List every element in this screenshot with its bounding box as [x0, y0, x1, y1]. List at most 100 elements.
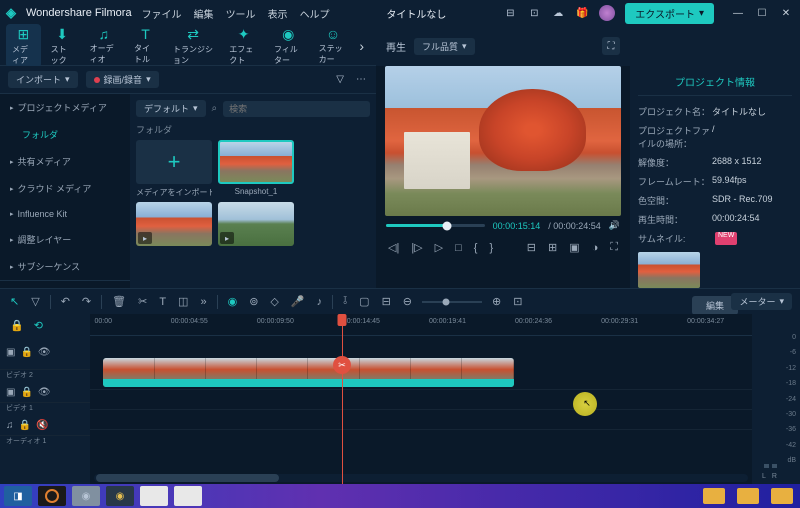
zoom-in-icon[interactable]: ⊕ [490, 293, 503, 310]
taskbar-app-6[interactable] [174, 486, 202, 506]
download-icon[interactable]: ⊡ [527, 6, 541, 20]
more-icon[interactable]: ⋯ [354, 72, 368, 87]
meter-dropdown[interactable]: メーター ▾ [731, 293, 792, 310]
keyframe-icon[interactable]: ◇ [268, 293, 280, 310]
pointer-tool-icon[interactable]: ↖ [8, 293, 21, 310]
sort-dropdown[interactable]: デフォルト ▾ [136, 100, 206, 117]
taskbar-app-1[interactable]: ◨ [4, 486, 32, 506]
tool-tab-3[interactable]: Tタイトル [128, 24, 163, 68]
link-icon[interactable]: ⊟ [380, 293, 393, 310]
sidebar-item-3[interactable]: ▸クラウド メディア [0, 175, 130, 202]
track-audio1[interactable] [90, 410, 752, 430]
menu-tools[interactable]: ツール [226, 6, 256, 21]
picture-icon[interactable]: ▣ [567, 239, 581, 256]
avatar[interactable] [599, 5, 615, 21]
redo-icon[interactable]: ↷ [80, 293, 93, 310]
tool-tab-1[interactable]: ⬇ストック [45, 24, 80, 68]
lock-all-icon[interactable]: 🔒 [8, 317, 26, 334]
stop-button[interactable]: □ [453, 240, 464, 256]
taskbar-app-5[interactable] [140, 486, 168, 506]
menu-edit[interactable]: 編集 [194, 6, 214, 21]
magnet-icon[interactable]: ⫱ [341, 293, 349, 310]
minimize-button[interactable]: — [730, 5, 746, 21]
export-button[interactable]: エクスポート▾ [625, 3, 714, 24]
gift-icon[interactable]: 🎁 [575, 6, 589, 20]
media-thumb-clip2[interactable]: ▸ [218, 202, 294, 246]
taskbar-app-2[interactable] [38, 486, 66, 506]
prev-frame-button[interactable]: ◁| [386, 239, 401, 256]
lock-icon[interactable]: 🔒 [20, 347, 32, 358]
sidebar-item-6[interactable]: ▸サブシーケンス [0, 253, 130, 280]
timeline-tracks[interactable]: 00:0000:00:04:5500:00:09:5000:00:14:4500… [90, 314, 752, 484]
tool-tab-2[interactable]: ♫オーディオ [84, 24, 124, 68]
search-input[interactable] [223, 101, 370, 117]
sidebar-item-0[interactable]: ▸プロジェクトメディア [0, 94, 130, 121]
audio-tool-icon[interactable]: ♪ [315, 294, 325, 310]
track-head-video1[interactable]: ▣ 🔒 👁 [0, 383, 90, 403]
zoom-slider[interactable] [422, 301, 482, 303]
cut-icon[interactable]: ✂ [136, 293, 149, 310]
step-back-button[interactable]: |▷ [409, 239, 424, 256]
cloud-icon[interactable]: ☁ [551, 6, 565, 20]
volume-icon[interactable]: 🔊 [609, 220, 620, 231]
taskbar-folder-1[interactable] [700, 486, 728, 506]
import-media-tile[interactable]: + メディアをインポート [136, 140, 212, 198]
taskbar-app-3[interactable]: ◉ [72, 486, 100, 506]
filter-icon[interactable]: ▽ [334, 72, 346, 87]
eye-icon[interactable]: 👁 [38, 347, 51, 358]
timeline-ruler[interactable]: 00:0000:00:04:5500:00:09:5000:00:14:4500… [90, 314, 752, 336]
media-thumb-clip1[interactable]: ▸ [136, 202, 212, 246]
taskbar-folder-3[interactable] [768, 486, 796, 506]
scrubber-thumb[interactable] [443, 221, 452, 230]
menu-view[interactable]: 表示 [268, 6, 288, 21]
folder-icon[interactable]: ▭ [27, 285, 41, 288]
audio-icon[interactable]: ◑ [590, 240, 601, 256]
sidebar-item-2[interactable]: ▸共有メディア [0, 148, 130, 175]
track-head-video2[interactable]: ▣ 🔒 👁 [0, 336, 90, 370]
media-thumb-snapshot[interactable]: Snapshot_1 [218, 140, 294, 198]
mic-icon[interactable]: 🎤 [289, 293, 307, 310]
close-button[interactable]: ✕ [778, 5, 794, 21]
fit-icon[interactable]: ⊡ [511, 293, 524, 310]
quality-dropdown[interactable]: フル品質 ▾ [414, 38, 475, 55]
tool-tab-6[interactable]: ◉フィルター [268, 24, 309, 68]
marker-tool-icon[interactable]: ▢ [357, 293, 371, 310]
tool-tab-7[interactable]: ☺ステッカー [313, 24, 354, 68]
tool-tab-5[interactable]: ✦エフェクト [223, 24, 264, 68]
sidebar-item-4[interactable]: ▸Influence Kit [0, 202, 130, 226]
mark-out-button[interactable]: } [487, 240, 495, 256]
eye-icon[interactable]: 👁 [38, 387, 51, 398]
more-tools-icon[interactable]: » [198, 294, 208, 310]
taskbar-folder-2[interactable] [734, 486, 762, 506]
tool-more-icon[interactable]: › [353, 38, 370, 54]
grid-icon[interactable]: ⊞ [546, 239, 559, 256]
speed-icon[interactable]: ⊚ [247, 293, 260, 310]
taskbar-app-4[interactable]: ◉ [106, 486, 134, 506]
lock-icon[interactable]: 🔒 [19, 420, 31, 431]
menu-help[interactable]: ヘルプ [300, 6, 330, 21]
mark-in-button[interactable]: { [472, 240, 480, 256]
tool-tab-0[interactable]: ⊞メディア [6, 24, 41, 68]
track-video2[interactable] [90, 356, 752, 390]
play-button[interactable]: ▷ [433, 239, 445, 256]
crop-icon[interactable]: ◫ [176, 293, 190, 310]
text-icon[interactable]: T [157, 294, 168, 310]
recycle-icon[interactable]: ↻ [8, 285, 21, 288]
screen-icon[interactable]: ⊟ [503, 6, 517, 20]
undo-icon[interactable]: ↶ [59, 293, 72, 310]
track-video1[interactable] [90, 390, 752, 410]
import-dropdown[interactable]: インポート ▾ [8, 71, 78, 88]
record-button[interactable]: 録画/録音 ▾ [86, 71, 159, 88]
sidebar-item-5[interactable]: ▸調整レイヤー [0, 226, 130, 253]
menu-file[interactable]: ファイル [142, 6, 182, 21]
lock-icon[interactable]: 🔒 [20, 387, 32, 398]
sidebar-item-1[interactable]: フォルダ [0, 121, 130, 148]
playhead[interactable]: ✂ [342, 314, 343, 484]
compare-icon[interactable]: ⊟ [525, 239, 538, 256]
delete-icon[interactable]: 🗑 [110, 293, 128, 310]
link-all-icon[interactable]: ⟲ [32, 317, 45, 334]
snapshot-icon[interactable]: ⛶ [602, 37, 620, 55]
zoom-out-icon[interactable]: ⊖ [401, 293, 414, 310]
clip-video2[interactable] [103, 358, 513, 387]
timeline-scrollbar[interactable] [94, 474, 748, 482]
